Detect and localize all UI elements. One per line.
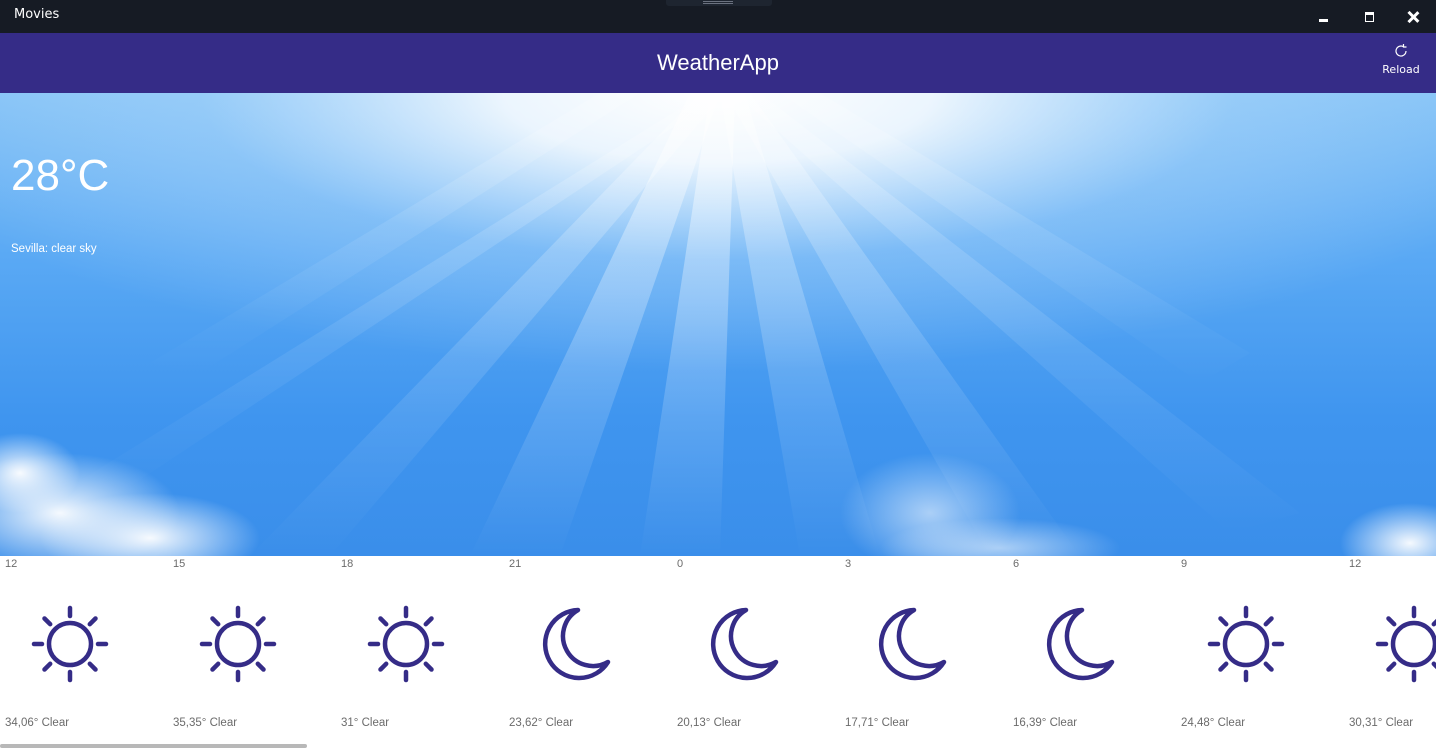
forecast-summary: 16,39° Clear [1013,717,1078,729]
window-title: Movies [14,7,60,22]
sky-background: 28°C Sevilla: clear sky [0,93,1436,556]
forecast-item[interactable]: 3 17,71° Clear [840,556,1008,746]
current-temperature: 28°C [11,151,110,200]
app-header: WeatherApp Reload [0,33,1436,93]
reload-label: Reload [1382,63,1420,76]
forecast-item[interactable]: 9 24,48° Clear [1176,556,1344,746]
forecast-hour: 9 [1181,558,1188,570]
forecast-summary: 30,31° Clear [1349,717,1414,729]
sun-icon [198,604,278,684]
moon-icon [1038,604,1118,684]
moon-icon [702,604,782,684]
forecast-item[interactable]: 0 20,13° Clear [672,556,840,746]
moon-icon [534,604,614,684]
drag-handle[interactable] [666,0,772,6]
minimize-button[interactable] [1300,0,1346,33]
sky-image [0,93,1436,556]
forecast-hour: 12 [1349,558,1362,570]
forecast-item[interactable]: 21 23,62° Clear [504,556,672,746]
reload-icon [1395,44,1407,57]
reload-button[interactable]: Reload [1372,43,1430,87]
forecast-hour: 0 [677,558,684,570]
sun-icon [30,604,110,684]
forecast-summary: 20,13° Clear [677,717,742,729]
current-description: Sevilla: clear sky [11,243,97,255]
forecast-hour: 18 [341,558,354,570]
forecast-item[interactable]: 12 30,31° Clear [1344,556,1436,746]
app-title: WeatherApp [657,50,779,75]
forecast-item[interactable]: 18 31° Clear [336,556,504,746]
forecast-summary: 24,48° Clear [1181,717,1246,729]
forecast-hour: 3 [845,558,852,570]
forecast-summary: 35,35° Clear [173,717,238,729]
moon-icon [870,604,950,684]
forecast-item[interactable]: 12 34,06° Clear [0,556,168,746]
forecast-track: 12 34,06° Clear 15 35,35° Clear 18 31° Cle… [0,556,1436,755]
minimize-icon [1318,18,1328,22]
forecast-summary: 17,71° Clear [845,717,910,729]
close-icon [1407,11,1419,23]
horizontal-scrollbar[interactable] [0,744,307,748]
window-titlebar[interactable]: Movies [0,0,1436,33]
maximize-button[interactable] [1346,0,1392,33]
sun-icon [1374,604,1436,684]
forecast-summary: 34,06° Clear [5,717,70,729]
forecast-summary: 23,62° Clear [509,717,574,729]
forecast-hour: 6 [1013,558,1020,570]
close-button[interactable] [1390,0,1436,33]
weather-app-window: Movies WeatherApp Reload 28°C Sevilla: c… [0,0,1436,755]
forecast-hour: 12 [5,558,18,570]
sun-icon [366,604,446,684]
forecast-item[interactable]: 6 16,39° Clear [1008,556,1176,746]
forecast-summary: 31° Clear [341,717,390,729]
forecast-hour: 21 [509,558,522,570]
hourly-forecast-list[interactable]: 12 34,06° Clear 15 35,35° Clear 18 31° Cle… [0,556,1436,755]
sun-icon [1206,604,1286,684]
forecast-item[interactable]: 15 35,35° Clear [168,556,336,746]
forecast-hour: 15 [173,558,186,570]
maximize-icon [1364,11,1374,22]
